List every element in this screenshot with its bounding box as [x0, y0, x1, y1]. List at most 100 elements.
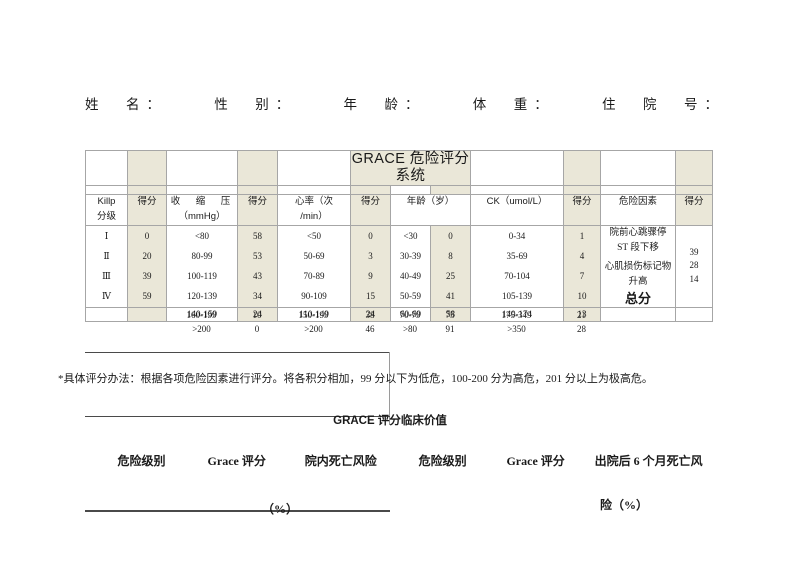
filler-12 [675, 185, 713, 195]
patient-field-age: 年 龄： [343, 97, 426, 112]
cell-ck-range: 70-104 [470, 266, 564, 287]
risk-factor-score: 39 [689, 246, 699, 257]
cell-sbp-range: 80-99 [166, 246, 238, 267]
cell-hr-score: 9 [350, 266, 391, 287]
filler-9 [470, 185, 564, 195]
cell-blank [675, 322, 712, 336]
cell-ck-range: 35-69 [470, 246, 564, 267]
subheader-blank-6 [563, 210, 601, 226]
cell-hr-score: 0 [350, 225, 391, 247]
cell-killip-class [85, 308, 127, 322]
clinical-value-header-row: 危险级别 Grace 评分 院内死亡风险 危险级别 Grace 评分 出院后 6… [95, 452, 715, 469]
filler-8 [430, 185, 471, 195]
cell-sbp-score: 0 [254, 324, 260, 334]
patient-info-line: 姓 名： 性 别： 年 龄： 体 重： 住 院 号： [85, 93, 725, 113]
title-spacer-1 [85, 150, 128, 186]
subheader-blank-3 [350, 210, 391, 226]
cell-hr-range: >200 [304, 324, 323, 334]
cell-age-score: 8 [430, 246, 471, 267]
cell-killip-score [127, 308, 166, 322]
filler-1 [85, 185, 128, 195]
title-spacer-2 [127, 150, 167, 186]
patient-field-admission-number: 住 院 号： [602, 97, 725, 112]
cell-killip-score: 20 [127, 246, 167, 267]
scoring-note: *具体评分办法：根据各项危险因素进行评分。将各积分相加，99 分以下为低危，10… [58, 373, 653, 385]
cell-age-range: 30-39 [390, 246, 431, 267]
overflow-rows: 160-199 10 150-199 38 70-79 75 175-349 2… [85, 308, 712, 336]
cv-column-grace-score-2: Grace 评分 [506, 454, 565, 468]
cell-age-range: <30 [390, 225, 431, 247]
cell-hr-range: 50-69 [277, 246, 351, 267]
cell-blank [600, 308, 675, 322]
cell-killip-class: Ⅲ [85, 266, 128, 287]
table-title: GRACE 危险评分系统 [350, 150, 471, 186]
subheader-killip-grade: 分级 [85, 210, 128, 226]
cell-hr-score: 38 [365, 310, 375, 320]
risk-factor-list: 院前心跳骤停 ST 段下移 心肌损伤标记物升高 总分 [600, 225, 676, 308]
table-subheader-row: 分级 （mmHg） /min） [85, 210, 713, 226]
cell-sbp-range: <80 [166, 225, 238, 247]
header-ck: CK（umol/L） [470, 194, 564, 210]
table-row: 160-199 10 150-199 38 70-79 75 175-349 2… [85, 308, 712, 322]
subheader-blank-5 [470, 210, 564, 226]
cell-age-score: 41 [430, 286, 471, 308]
filler-5 [277, 185, 351, 195]
cell-hr-range: 150-199 [298, 310, 329, 320]
filler-11 [600, 185, 676, 195]
cell-age-score: 75 [445, 310, 455, 320]
cell-age-score: 91 [445, 324, 455, 334]
title-spacer-3 [166, 150, 238, 186]
cell-ck-score: 10 [563, 286, 601, 308]
header-score-4: 得分 [563, 194, 601, 210]
cell-age-range: 40-49 [390, 266, 431, 287]
cell-sbp-score: 10 [252, 310, 262, 320]
title-spacer-4 [237, 150, 278, 186]
header-killip: Killp [85, 194, 128, 210]
cell-hr-range: 90-109 [277, 286, 351, 308]
patient-field-name: 姓 名： [85, 97, 167, 112]
header-score-5: 得分 [675, 194, 713, 210]
cell-blank [600, 322, 675, 336]
cell-age-range: 70-79 [399, 310, 421, 320]
cell-sbp-score: 58 [237, 225, 278, 247]
risk-factor-label: 院前心跳骤停 [609, 228, 667, 238]
risk-factor-scores: 39 28 14 [675, 225, 713, 308]
cell-ck-range: >350 [507, 324, 526, 334]
cv-column-grace-score-1: Grace 评分 [207, 454, 266, 468]
header-score-3: 得分 [350, 194, 391, 210]
cell-ck-range: 105-139 [470, 286, 564, 308]
clinical-value-title: GRACE 评分临床价值 [333, 415, 447, 427]
subheader-blank-4 [390, 210, 471, 226]
cv-inhospital-pct-unit: （%） [262, 502, 299, 516]
risk-factor-label: ST 段下移 [617, 242, 659, 253]
total-score-label: 总分 [624, 290, 651, 306]
header-age: 年龄（岁） [390, 194, 471, 210]
header-heart-rate: 心率（次 [277, 194, 351, 210]
subheader-blank-8 [675, 210, 713, 226]
filler-3 [166, 185, 238, 195]
cv-6month-pct-unit: 险（%） [600, 498, 649, 512]
subheader-hr-unit: /min） [277, 210, 351, 226]
cell-sbp-score: 34 [237, 286, 278, 308]
header-risk-factor: 危险因素 [600, 194, 676, 210]
filler-2 [127, 185, 167, 195]
title-spacer-8 [600, 150, 676, 186]
filler-4 [237, 185, 278, 195]
cell-sbp-range: 120-139 [166, 286, 238, 308]
subheader-blank-1 [127, 210, 167, 226]
header-score-1: 得分 [127, 194, 167, 210]
table-title-row: GRACE 危险评分系统 [85, 150, 713, 186]
subheader-blank-2 [237, 210, 278, 226]
cell-killip-score: 39 [127, 266, 167, 287]
table-header-row: Killp 得分 收 缩 压 得分 心率（次 得分 年龄（岁） CK（umol/… [85, 194, 713, 210]
cell-ck-range: 175-349 [501, 310, 532, 320]
header-score-2: 得分 [237, 194, 278, 210]
header-sbp: 收 缩 压 [166, 194, 238, 210]
grace-score-table: GRACE 危险评分系统 Killp 得分 收 缩 压 得分 心率（次 得分 年… [85, 150, 713, 322]
risk-factor-score: 14 [689, 274, 699, 285]
patient-field-gender: 性 别： [214, 97, 297, 112]
subheader-sbp-unit: （mmHg） [166, 210, 238, 226]
cell-killip-class: Ⅰ [85, 225, 128, 247]
cell-hr-score: 46 [365, 324, 375, 334]
cell-killip-score: 59 [127, 286, 167, 308]
